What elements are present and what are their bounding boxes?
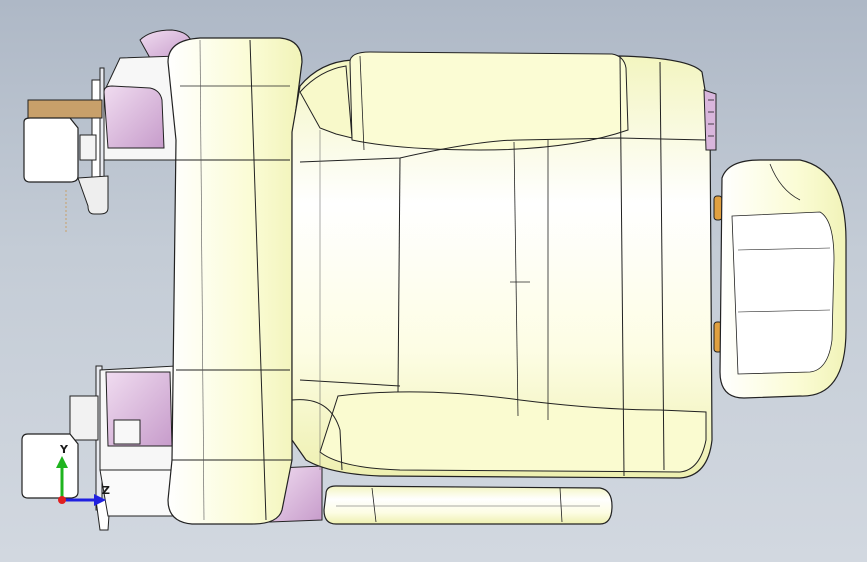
z-axis-label: Z [102, 484, 110, 497]
upper-recliner-mechanism [23, 67, 109, 232]
lever-handle-upper [23, 117, 79, 183]
lower-recliner-mechanism [21, 365, 177, 531]
lower-armrest-bar [323, 485, 613, 525]
cad-viewport[interactable]: Y Z [0, 0, 867, 562]
seat-front-vents [703, 89, 717, 151]
wood-bracket [27, 99, 103, 119]
origin-dot-icon [58, 496, 66, 504]
y-axis-label: Y [59, 443, 69, 456]
backrest-cushion [167, 37, 303, 525]
seat-cushion [291, 51, 713, 479]
lever-handle-lower [21, 433, 79, 499]
headrest-post-upper [713, 195, 723, 221]
headrest [713, 159, 847, 399]
seat-assembly-model[interactable]: Y Z [0, 0, 867, 562]
